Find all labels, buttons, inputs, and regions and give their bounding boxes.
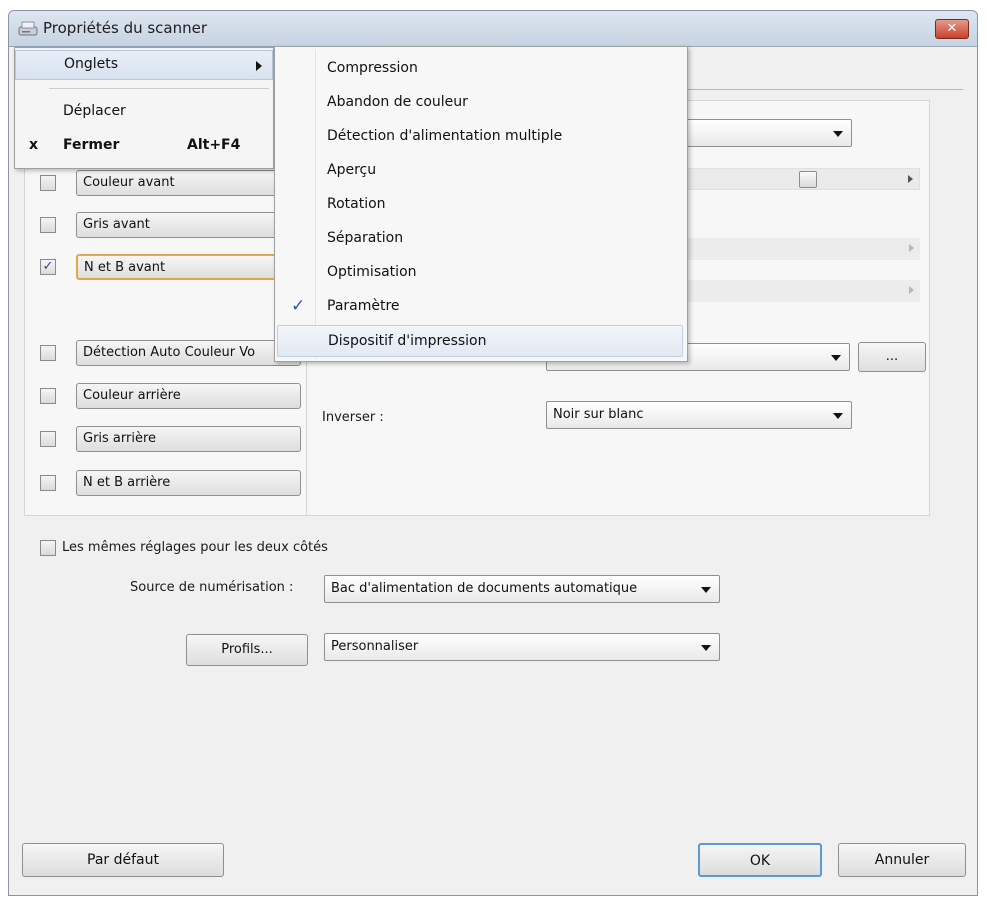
submenu-item-detection-alimentation[interactable]: Détection d'alimentation multiple bbox=[275, 121, 687, 153]
close-x-icon: x bbox=[29, 137, 39, 153]
menu-item-shortcut: Alt+F4 bbox=[187, 137, 241, 153]
slider-right-arrow-icon bbox=[909, 286, 914, 294]
invert-select[interactable]: Noir sur blanc bbox=[546, 401, 852, 429]
image-type-button[interactable]: Détection Auto Couleur Vo bbox=[76, 340, 301, 366]
image-type-checkbox[interactable] bbox=[40, 217, 56, 233]
menu-separator bbox=[49, 88, 269, 89]
submenu-item-label: Séparation bbox=[327, 230, 404, 246]
default-button[interactable]: Par défaut bbox=[22, 843, 224, 877]
submenu-item-label: Optimisation bbox=[327, 264, 417, 280]
submenu-item-label: Dispositif d'impression bbox=[328, 333, 487, 349]
invert-value: Noir sur blanc bbox=[553, 407, 644, 422]
cancel-button[interactable]: Annuler bbox=[838, 843, 966, 877]
menu-item-deplacer[interactable]: Déplacer bbox=[15, 98, 273, 128]
submenu-item-parametre[interactable]: ✓ Paramètre bbox=[275, 291, 687, 323]
image-type-checkbox[interactable] bbox=[40, 175, 56, 191]
menu-item-fermer[interactable]: x Fermer Alt+F4 bbox=[15, 132, 273, 162]
menu-item-label: Fermer bbox=[63, 137, 120, 153]
image-type-checkbox[interactable]: ✓ bbox=[40, 259, 56, 275]
profile-select[interactable]: Personnaliser bbox=[324, 633, 720, 661]
menu-item-onglets[interactable]: Onglets bbox=[15, 50, 273, 80]
submenu-item-abandon-couleur[interactable]: Abandon de couleur bbox=[275, 87, 687, 119]
chevron-down-icon bbox=[833, 131, 843, 137]
image-type-checkbox[interactable] bbox=[40, 431, 56, 447]
checkmark-icon: ✓ bbox=[291, 296, 306, 316]
image-type-checkbox[interactable] bbox=[40, 475, 56, 491]
submenu-item-apercu[interactable]: Aperçu bbox=[275, 155, 687, 187]
image-type-button[interactable]: Couleur arrière bbox=[76, 383, 301, 409]
submenu-item-label: Rotation bbox=[327, 196, 386, 212]
check-icon: ✓ bbox=[42, 259, 54, 274]
title-bar[interactable]: Propriétés du scanner ✕ bbox=[9, 11, 977, 47]
more-options-button[interactable]: ... bbox=[858, 342, 926, 372]
scan-source-label: Source de numérisation : bbox=[130, 580, 294, 595]
submenu-item-label: Aperçu bbox=[327, 162, 377, 178]
window-title: Propriétés du scanner bbox=[43, 19, 208, 37]
close-icon: ✕ bbox=[946, 21, 958, 36]
same-settings-checkbox[interactable] bbox=[40, 540, 56, 556]
ok-button[interactable]: OK bbox=[698, 843, 822, 877]
invert-label: Inverser : bbox=[322, 410, 384, 425]
submenu-item-label: Compression bbox=[327, 60, 418, 76]
chevron-down-icon bbox=[701, 645, 711, 651]
same-settings-label: Les mêmes réglages pour les deux côtés bbox=[62, 540, 328, 555]
menu-item-label: Onglets bbox=[64, 56, 119, 72]
slider-right-arrow-icon bbox=[909, 244, 914, 252]
chevron-down-icon bbox=[701, 587, 711, 593]
submenu-item-dispositif-impression[interactable]: Dispositif d'impression bbox=[277, 325, 683, 357]
menu-item-label: Déplacer bbox=[63, 103, 126, 119]
slider-right-arrow-icon[interactable] bbox=[908, 175, 913, 183]
scan-source-select[interactable]: Bac d'alimentation de documents automati… bbox=[324, 575, 720, 603]
image-type-button[interactable]: Gris arrière bbox=[76, 426, 301, 452]
submenu-item-optimisation[interactable]: Optimisation bbox=[275, 257, 687, 289]
chevron-down-icon bbox=[833, 413, 843, 419]
tabs-submenu: Compression Abandon de couleur Détection… bbox=[274, 46, 688, 362]
profile-value: Personnaliser bbox=[331, 639, 419, 654]
image-type-checkbox[interactable] bbox=[40, 388, 56, 404]
system-context-menu: Onglets Déplacer x Fermer Alt+F4 bbox=[14, 47, 274, 169]
submenu-item-compression[interactable]: Compression bbox=[275, 53, 687, 85]
submenu-arrow-icon bbox=[256, 61, 262, 71]
submenu-item-label: Paramètre bbox=[327, 298, 400, 314]
profiles-button[interactable]: Profils... bbox=[186, 634, 308, 666]
submenu-item-label: Abandon de couleur bbox=[327, 94, 468, 110]
image-type-button[interactable]: Gris avant bbox=[76, 212, 301, 238]
image-type-checkbox[interactable] bbox=[40, 345, 56, 361]
scan-source-value: Bac d'alimentation de documents automati… bbox=[331, 581, 638, 596]
image-type-button[interactable]: N et B arrière bbox=[76, 470, 301, 496]
submenu-item-rotation[interactable]: Rotation bbox=[275, 189, 687, 221]
image-type-button[interactable]: Couleur avant bbox=[76, 170, 301, 196]
slider-thumb[interactable] bbox=[799, 171, 817, 188]
scanner-icon bbox=[18, 21, 38, 36]
chevron-down-icon bbox=[831, 355, 841, 361]
image-type-button[interactable]: N et B avant bbox=[76, 254, 301, 280]
close-button[interactable]: ✕ bbox=[935, 19, 969, 39]
submenu-item-separation[interactable]: Séparation bbox=[275, 223, 687, 255]
submenu-item-label: Détection d'alimentation multiple bbox=[327, 128, 563, 144]
